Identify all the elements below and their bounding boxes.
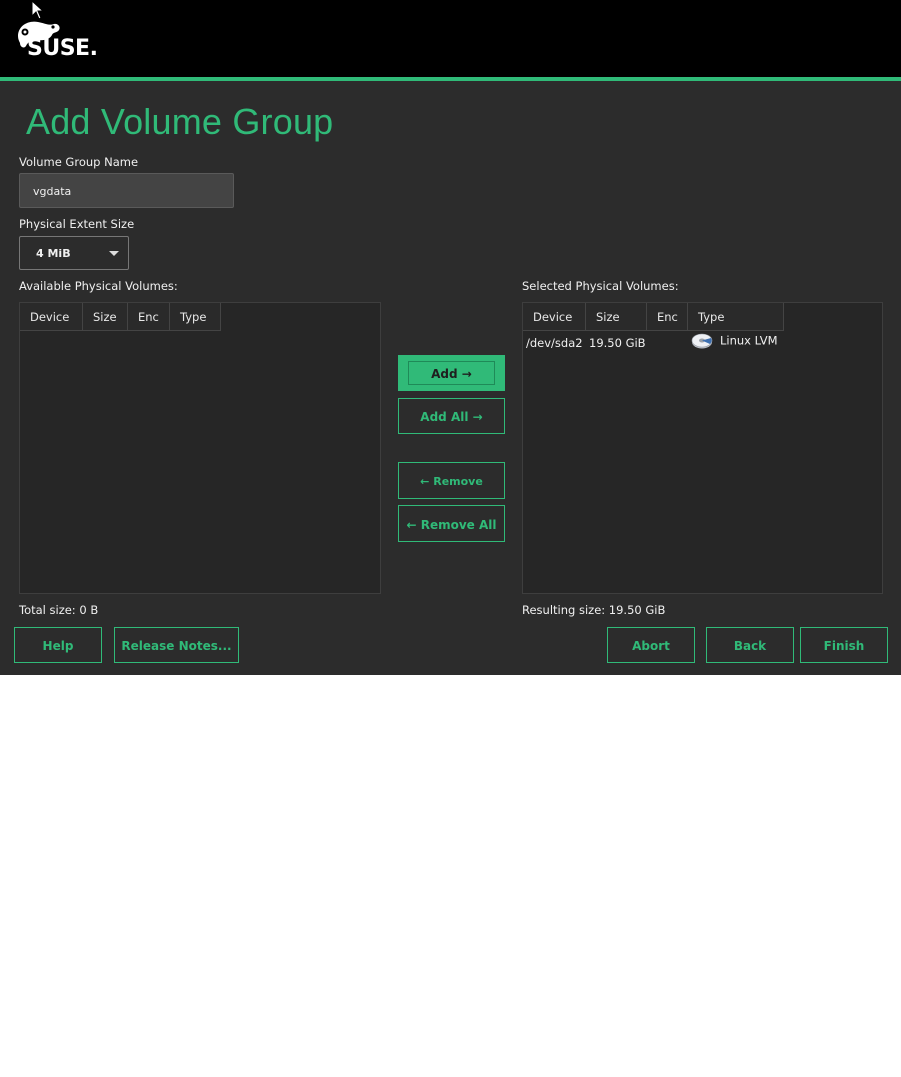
mouse-cursor-icon bbox=[31, 0, 45, 20]
selected-pv-table[interactable]: Device Size Enc Type /dev/sda2 19.50 GiB… bbox=[522, 302, 883, 594]
back-button-label: Back bbox=[733, 639, 767, 653]
back-button[interactable]: Back bbox=[706, 627, 794, 663]
extent-size-label: Physical Extent Size bbox=[19, 217, 135, 231]
release-notes-button-label: Release Notes... bbox=[121, 639, 232, 653]
finish-button-label: Finish bbox=[823, 639, 865, 653]
vg-name-input[interactable]: vgdata bbox=[19, 173, 234, 208]
finish-button[interactable]: Finish bbox=[800, 627, 888, 663]
remove-all-button[interactable]: ← Remove All bbox=[398, 505, 505, 542]
available-pv-label: Available Physical Volumes: bbox=[19, 279, 178, 293]
help-button-label: Help bbox=[42, 639, 74, 653]
column-header-device[interactable]: Device bbox=[523, 303, 586, 331]
top-banner: SUSE. bbox=[0, 0, 901, 77]
suse-logo-text: SUSE. bbox=[27, 36, 98, 61]
disk-icon bbox=[691, 333, 713, 349]
resulting-size-text: Resulting size: 19.50 GiB bbox=[522, 603, 666, 617]
extent-size-select[interactable]: 4 MiB bbox=[19, 236, 129, 270]
available-table-header: Device Size Enc Type bbox=[20, 303, 221, 331]
remove-all-button-label: ← Remove All bbox=[406, 518, 497, 532]
add-all-button-label: Add All → bbox=[420, 410, 483, 424]
table-row[interactable]: /dev/sda2 19.50 GiB Linux LVM bbox=[523, 333, 808, 355]
column-header-type[interactable]: Type bbox=[170, 303, 221, 331]
page-title: Add Volume Group bbox=[26, 101, 334, 142]
available-pv-table[interactable]: Device Size Enc Type bbox=[19, 302, 381, 594]
row-type: Linux LVM bbox=[688, 333, 808, 355]
abort-button-label: Abort bbox=[632, 639, 670, 653]
release-notes-button[interactable]: Release Notes... bbox=[114, 627, 239, 663]
help-button[interactable]: Help bbox=[14, 627, 102, 663]
vg-name-label: Volume Group Name bbox=[19, 155, 139, 169]
column-header-device[interactable]: Device bbox=[20, 303, 83, 331]
column-header-enc[interactable]: Enc bbox=[647, 303, 688, 331]
row-size: 19.50 GiB bbox=[589, 336, 646, 350]
remove-button[interactable]: ← Remove bbox=[398, 462, 505, 499]
column-header-enc[interactable]: Enc bbox=[128, 303, 170, 331]
row-enc bbox=[647, 333, 688, 355]
vg-name-value: vgdata bbox=[33, 185, 72, 198]
abort-button[interactable]: Abort bbox=[607, 627, 695, 663]
extent-size-value: 4 MiB bbox=[36, 247, 71, 260]
column-header-type[interactable]: Type bbox=[688, 303, 784, 331]
add-button[interactable]: Add → bbox=[398, 355, 505, 391]
total-size-text: Total size: 0 B bbox=[19, 603, 99, 617]
remove-button-label: ← Remove bbox=[420, 475, 483, 488]
add-all-button[interactable]: Add All → bbox=[398, 398, 505, 434]
row-type-text: Linux LVM bbox=[720, 333, 778, 348]
chevron-down-icon bbox=[109, 251, 119, 256]
selected-pv-label: Selected Physical Volumes: bbox=[522, 279, 679, 293]
banner-accent-line bbox=[0, 77, 901, 81]
column-header-size[interactable]: Size bbox=[586, 303, 647, 331]
installer-screen: SUSE. Add Volume Group Volume Group Name… bbox=[0, 0, 901, 675]
add-button-label: Add → bbox=[431, 367, 472, 381]
column-header-size[interactable]: Size bbox=[83, 303, 128, 331]
selected-table-header: Device Size Enc Type bbox=[523, 303, 784, 331]
row-device: /dev/sda2 bbox=[526, 336, 583, 350]
